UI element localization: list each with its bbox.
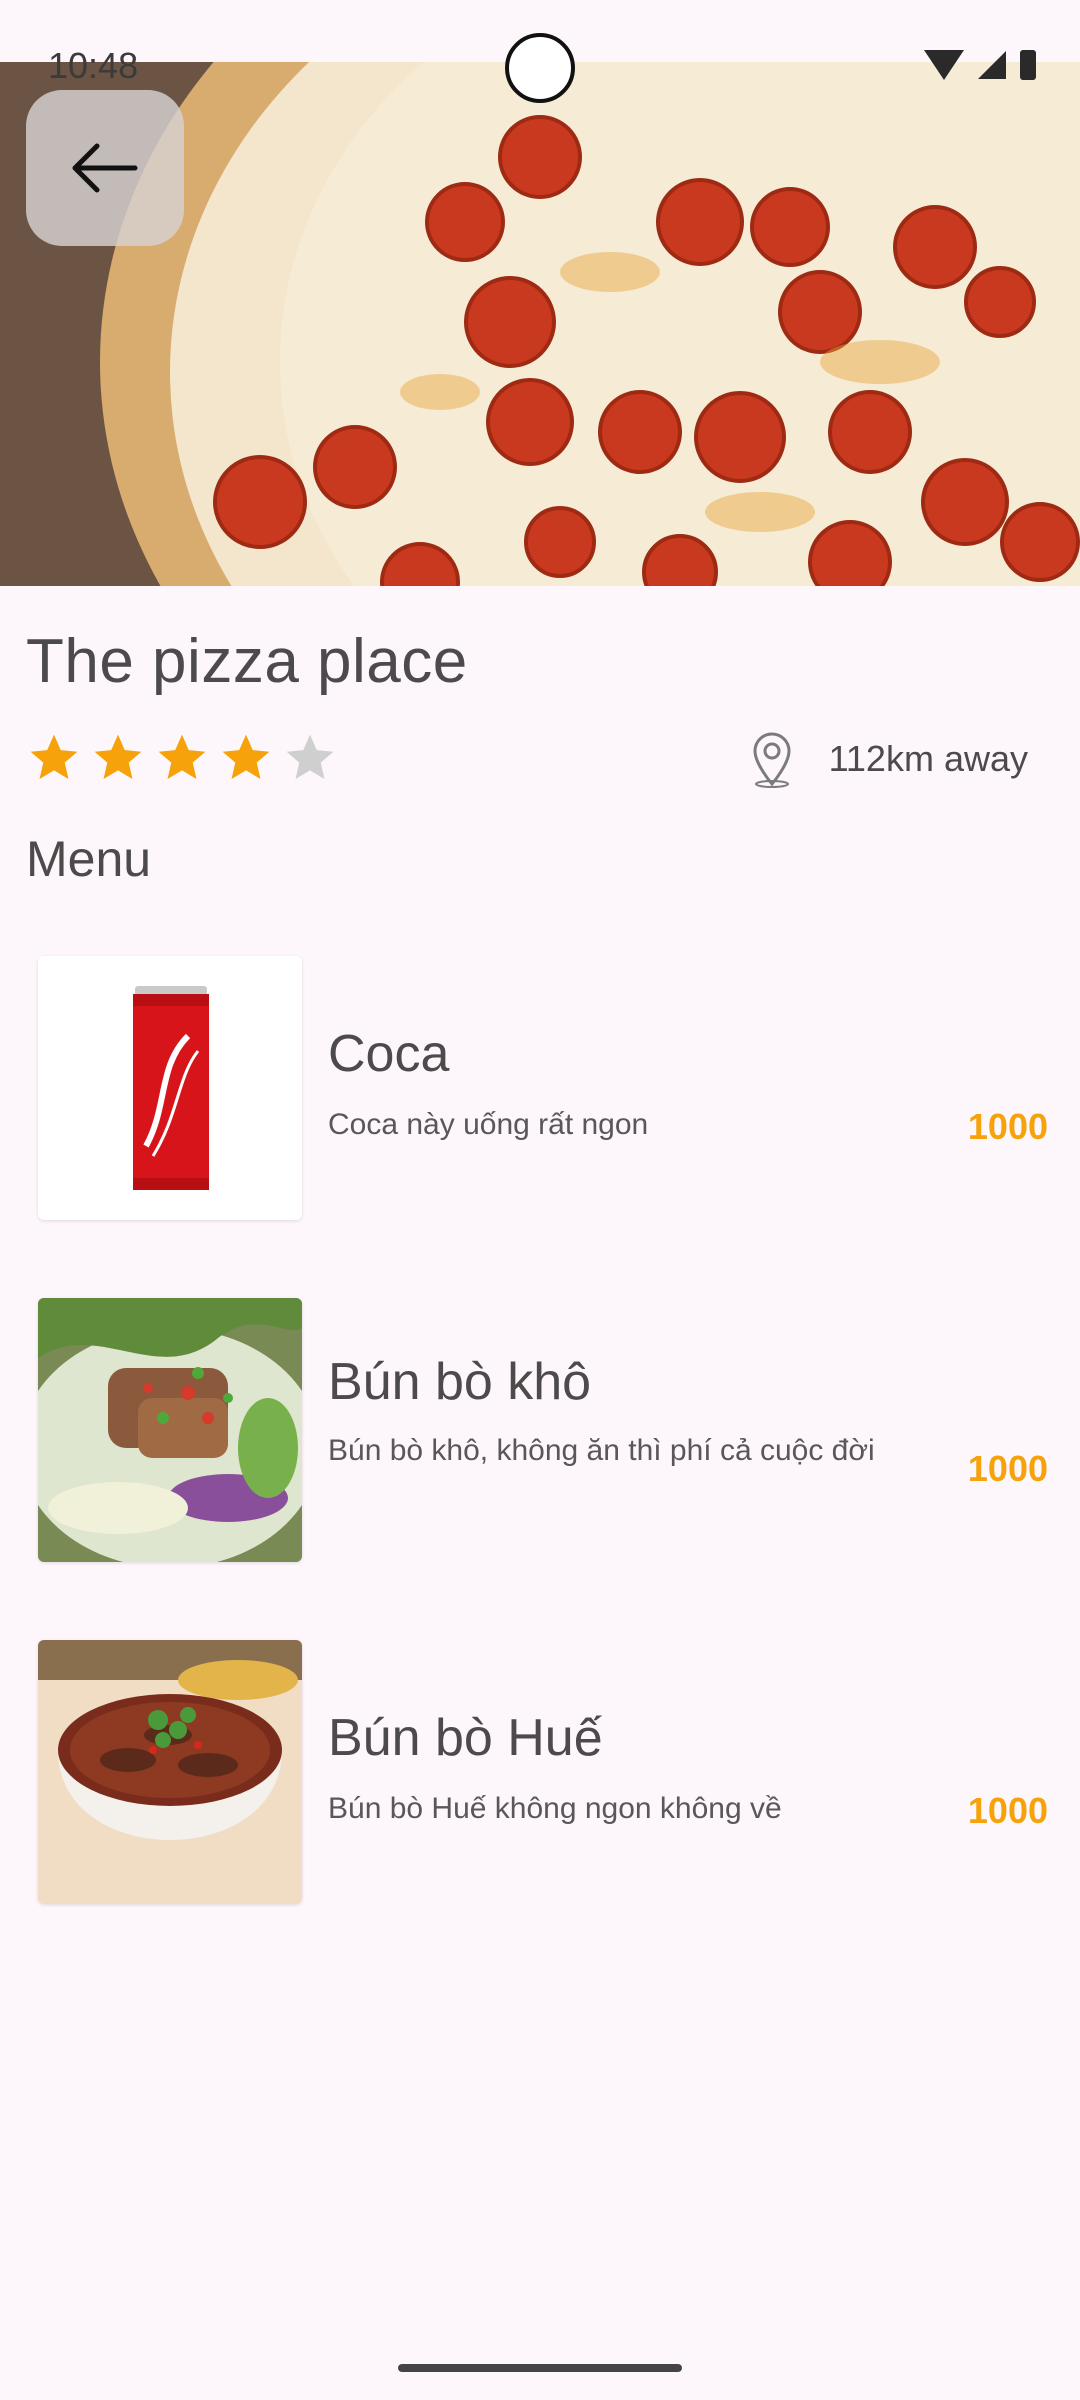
item-price: 1000	[967, 1106, 1048, 1147]
distance-info: 112km away	[751, 730, 1028, 788]
star-filled-icon	[158, 734, 206, 779]
camera-cutout	[505, 33, 575, 103]
star-filled-icon	[30, 734, 78, 779]
status-time: 10:48	[48, 45, 139, 86]
arrow-left-icon	[72, 143, 138, 193]
menu-item[interactable]: Bún bò Huế Bún bò Huế không ngon không v…	[38, 1640, 1048, 1904]
home-indicator[interactable]	[398, 2364, 682, 2372]
item-thumbnail	[38, 1298, 302, 1562]
star-filled-icon	[222, 734, 270, 779]
star-empty-icon	[286, 734, 334, 779]
item-price: 1000	[967, 1448, 1048, 1489]
star-filled-icon	[94, 734, 142, 779]
distance-text: 112km away	[828, 738, 1028, 779]
item-thumbnail	[38, 956, 302, 1220]
item-name: Coca	[328, 1025, 450, 1083]
menu-item[interactable]: Bún bò khô Bún bò khô, không ăn thì phí …	[38, 1298, 1048, 1562]
item-thumbnail	[38, 1640, 302, 1904]
rating-stars	[26, 730, 338, 786]
menu-title: Menu	[26, 831, 152, 887]
status-icons	[924, 50, 1036, 80]
item-description: Bún bò khô, không ăn thì phí cả cuộc đời	[328, 1434, 875, 1467]
item-name: Bún bò Huế	[328, 1709, 603, 1767]
battery-icon	[1020, 50, 1036, 80]
coca-can-image	[38, 956, 302, 1220]
item-price: 1000	[967, 1790, 1048, 1831]
back-button[interactable]	[26, 90, 184, 246]
cell-signal-icon	[978, 51, 1006, 79]
wifi-icon	[924, 50, 964, 80]
item-name: Bún bò khô	[328, 1353, 592, 1411]
location-pin-icon	[753, 732, 791, 788]
bun-bo-hue-image	[38, 1640, 302, 1904]
item-description: Bún bò Huế không ngon không về	[328, 1792, 782, 1825]
bun-bo-kho-image	[38, 1298, 302, 1562]
item-description: Coca này uống rất ngon	[328, 1108, 649, 1141]
restaurant-name: The pizza place	[26, 627, 468, 696]
menu-item[interactable]: Coca Coca này uống rất ngon 1000	[38, 956, 1048, 1220]
